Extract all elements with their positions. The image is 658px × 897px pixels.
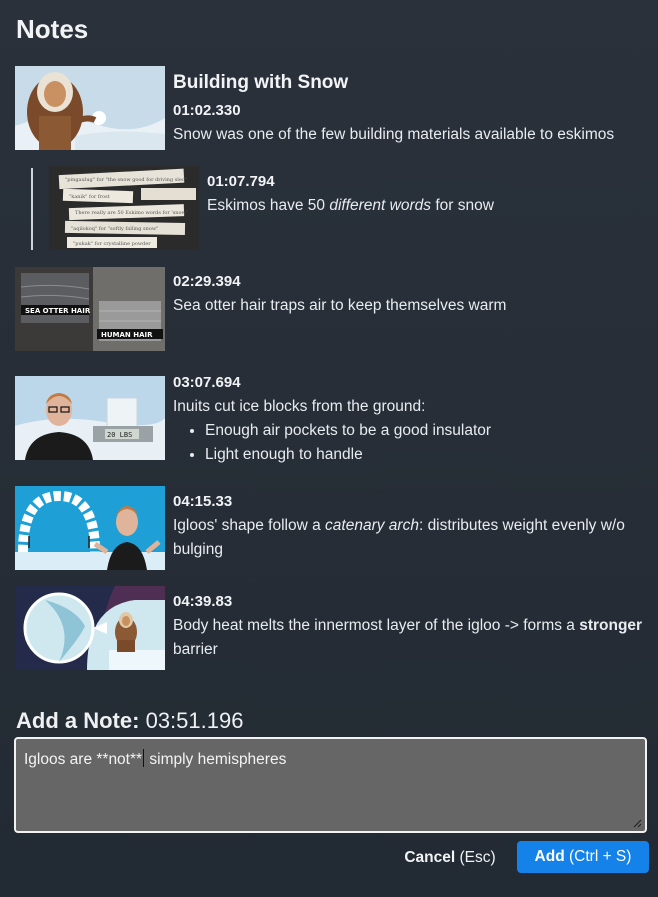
note-timestamp[interactable]: 03:07.694 (173, 371, 643, 395)
note-text: Eskimos have 50 different words for snow (207, 197, 494, 214)
page-title: Notes (16, 14, 89, 44)
svg-text:"pukak" for crystalline powder: "pukak" for crystalline powder (73, 241, 151, 247)
note-text: Igloos' shape follow a catenary arch: di… (173, 517, 625, 558)
list-item: Light enough to handle (205, 443, 643, 467)
note-text: Inuits cut ice blocks from the ground: (173, 398, 426, 415)
note-heading: Building with Snow (173, 72, 349, 93)
note-thumbnail[interactable] (15, 586, 165, 670)
note-bullet-list: Enough air pockets to be a good insulato… (173, 419, 643, 467)
sub-note-indicator (31, 168, 33, 250)
add-note-time: 03:51.196 (145, 708, 244, 733)
resize-handle-icon[interactable] (632, 818, 642, 828)
note-thumbnail[interactable] (15, 66, 165, 150)
svg-text:"aqilokoq" for "softly falling: "aqilokoq" for "softly falling snow" (71, 226, 158, 232)
svg-text:"pingaulug" for "the snow good: "pingaulug" for "the snow good for drivi… (65, 177, 187, 183)
thumb-label: HUMAN HAIR (101, 331, 153, 339)
note-timestamp[interactable]: 01:07.794 (207, 170, 647, 194)
svg-text:There really are 50 Eskimo wor: There really are 50 Eskimo words for 'sn… (75, 210, 187, 216)
note-text: Snow was one of the few building materia… (173, 126, 615, 143)
note-thumbnail[interactable] (15, 486, 165, 570)
note-thumbnail[interactable]: "pingaulug" for "the snow good for drivi… (49, 166, 199, 250)
note-thumbnail[interactable]: 20 LBS (15, 376, 165, 460)
thumb-label: SEA OTTER HAIR (25, 307, 91, 315)
text-cursor (143, 749, 145, 767)
list-item: Enough air pockets to be a good insulato… (205, 419, 643, 443)
thumb-scale-readout: 20 LBS (107, 431, 132, 439)
note-thumbnail[interactable]: SEA OTTER HAIR HUMAN HAIR (15, 267, 165, 351)
svg-text:"kanik" for frost: "kanik" for frost (69, 194, 110, 200)
add-button[interactable]: Add (Ctrl + S) (517, 841, 649, 873)
note-text: Sea otter hair traps air to keep themsel… (173, 297, 507, 314)
note-timestamp[interactable]: 04:39.83 (173, 590, 643, 614)
note-input[interactable]: Igloos are **not** simply hemispheres (14, 737, 647, 833)
cancel-button[interactable]: Cancel (Esc) (398, 842, 502, 873)
add-note-label: Add a Note: 03:51.196 (16, 708, 244, 733)
note-timestamp[interactable]: 01:02.330 (173, 99, 643, 123)
note-timestamp[interactable]: 02:29.394 (173, 270, 643, 294)
note-timestamp[interactable]: 04:15.33 (173, 490, 648, 514)
note-text: Body heat melts the innermost layer of t… (173, 617, 643, 658)
